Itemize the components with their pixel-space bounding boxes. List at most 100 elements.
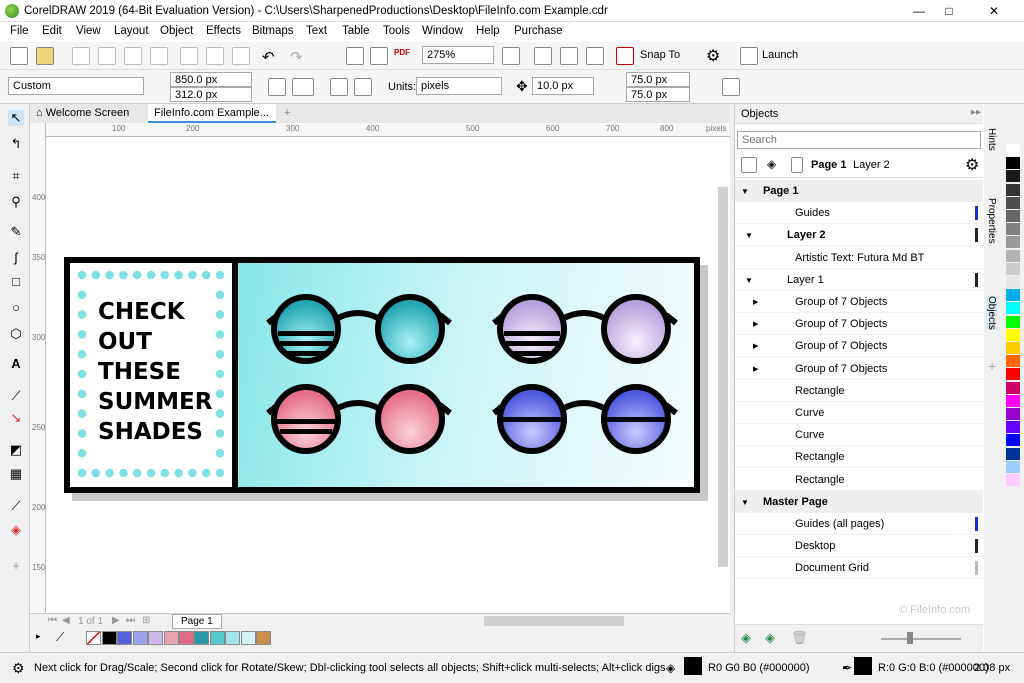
publish-pdf-icon[interactable]: PDF	[394, 48, 410, 57]
maximize-button[interactable]: □	[934, 0, 964, 22]
rectangle-tool-icon[interactable]: □	[8, 274, 24, 290]
menu-view[interactable]: View	[76, 25, 101, 37]
add-document-tab-button[interactable]: +	[278, 104, 296, 123]
snap-off-icon[interactable]	[616, 47, 634, 65]
landscape-icon[interactable]	[292, 78, 314, 96]
expand-arrow-icon[interactable]: ▼	[745, 276, 753, 285]
close-button[interactable]: ✕	[964, 0, 1024, 22]
options-gear-icon[interactable]: ⚙	[706, 46, 720, 66]
document-palette-swatch[interactable]	[225, 631, 241, 645]
cloud-download-icon[interactable]	[124, 47, 142, 65]
shape-tool-icon[interactable]: ↰	[8, 136, 24, 152]
all-pages-icon[interactable]	[330, 78, 348, 96]
object-tree-row[interactable]: Rectangle	[735, 446, 983, 469]
show-guidelines-icon[interactable]	[586, 47, 604, 65]
fill-color-swatch[interactable]	[684, 657, 702, 675]
show-grid-icon[interactable]	[560, 47, 578, 65]
palette-color-swatch[interactable]	[1006, 408, 1020, 420]
polygon-tool-icon[interactable]: ⬡	[8, 326, 24, 342]
palette-color-swatch[interactable]	[1006, 328, 1020, 341]
document-palette-swatch[interactable]	[102, 631, 117, 645]
artistic-media-tool-icon[interactable]: ʃ	[8, 250, 24, 266]
palette-color-swatch[interactable]	[1006, 434, 1020, 447]
headline-text[interactable]: CHECK OUT THESE SUMMER SHADES	[98, 297, 212, 447]
object-tree-row[interactable]: ▶ Group of 7 Objects	[735, 313, 983, 336]
page-icon[interactable]	[791, 157, 803, 173]
export-icon[interactable]	[370, 47, 388, 65]
document-palette-swatch[interactable]	[179, 631, 194, 645]
menu-bitmaps[interactable]: Bitmaps	[252, 25, 294, 37]
object-tree-row[interactable]: ▶ Group of 7 Objects	[735, 358, 983, 380]
portrait-icon[interactable]	[268, 78, 286, 96]
page-height-input[interactable]: 312.0 px	[170, 87, 252, 102]
menu-layout[interactable]: Layout	[114, 25, 149, 37]
palette-color-swatch[interactable]	[1006, 394, 1020, 407]
delete-icon[interactable]: 🗑	[791, 630, 808, 646]
expand-arrow-icon[interactable]: ▼	[745, 231, 753, 240]
object-tree-row[interactable]: Rectangle	[735, 380, 983, 402]
vertical-scrollbar[interactable]	[718, 187, 728, 567]
open-folder-icon[interactable]	[36, 47, 54, 65]
objects-search-input[interactable]: Search	[737, 131, 981, 149]
snap-to-dropdown[interactable]: Snap To	[640, 49, 680, 61]
menu-effects[interactable]: Effects	[206, 25, 241, 37]
palette-color-swatch[interactable]	[1006, 196, 1020, 209]
sunglasses-panel[interactable]	[238, 263, 694, 487]
object-tree-row[interactable]: ▼ Layer 2	[735, 224, 983, 247]
document-palette-swatch[interactable]	[209, 631, 225, 645]
document-palette-swatch[interactable]	[117, 631, 133, 645]
outline-color-swatch[interactable]	[854, 657, 872, 675]
previous-page-icon[interactable]: ◀	[62, 615, 70, 626]
freehand-tool-icon[interactable]: ✎	[8, 224, 24, 240]
palette-color-swatch[interactable]	[1006, 302, 1020, 315]
palette-color-swatch[interactable]	[1006, 262, 1020, 275]
print-icon[interactable]	[150, 47, 168, 65]
expand-arrow-icon[interactable]: ▼	[741, 187, 749, 196]
object-tree-row[interactable]: Guides	[735, 202, 983, 225]
units-select[interactable]: pixels	[416, 77, 502, 95]
eyedropper-icon[interactable]: ⟋	[56, 630, 64, 645]
document-palette-swatch[interactable]	[132, 631, 148, 645]
menu-purchase[interactable]: Purchase	[514, 25, 563, 37]
menu-object[interactable]: Object	[160, 25, 193, 37]
palette-color-swatch[interactable]	[1006, 381, 1020, 394]
palette-color-swatch[interactable]	[1006, 474, 1020, 486]
palette-color-swatch[interactable]	[1006, 210, 1020, 222]
object-tree-row[interactable]: Document Grid	[735, 557, 983, 580]
object-tree-row[interactable]: ▼ Page 1	[735, 180, 983, 202]
document-palette-swatch[interactable]	[148, 631, 164, 645]
drawing-canvas[interactable]: CHECK OUT THESE SUMMER SHADES	[46, 137, 730, 613]
undo-icon[interactable]: ↶	[262, 48, 275, 66]
palette-color-swatch[interactable]	[1006, 236, 1020, 249]
palette-color-swatch[interactable]	[1006, 223, 1020, 236]
object-tree-row[interactable]: Artistic Text: Futura Md BT	[735, 247, 983, 269]
save-icon[interactable]	[72, 47, 90, 65]
document-palette-swatch[interactable]	[194, 631, 210, 645]
menu-help[interactable]: Help	[476, 25, 500, 37]
text-panel[interactable]: CHECK OUT THESE SUMMER SHADES	[70, 263, 238, 487]
ellipse-tool-icon[interactable]: ○	[8, 300, 24, 316]
view-mode-icon[interactable]	[741, 157, 757, 173]
menu-edit[interactable]: Edit	[42, 25, 62, 37]
zoom-level-select[interactable]: 275%	[422, 46, 494, 64]
page-size-preset-select[interactable]: Custom	[8, 77, 144, 95]
palette-color-swatch[interactable]	[1006, 144, 1020, 156]
eyedropper-tool-icon[interactable]: ⟋	[8, 498, 24, 514]
palette-color-swatch[interactable]	[1006, 342, 1020, 354]
zoom-slider-handle[interactable]	[907, 632, 913, 644]
redo-icon[interactable]: ↷	[290, 48, 303, 66]
add-docker-icon[interactable]: +	[988, 358, 996, 374]
paste-icon[interactable]	[232, 47, 250, 65]
collapse-docker-icon[interactable]: ▸▸	[971, 107, 981, 118]
palette-color-swatch[interactable]	[1006, 315, 1020, 328]
import-icon[interactable]	[346, 47, 364, 65]
object-tree-row[interactable]: ▼ Master Page	[735, 490, 983, 513]
expand-arrow-icon[interactable]: ▶	[753, 320, 758, 328]
duplicate-x-input[interactable]: 75.0 px	[626, 72, 690, 87]
tab-welcome-screen[interactable]: ⌂ Welcome Screen	[30, 104, 148, 123]
object-tree-row[interactable]: Curve	[735, 402, 983, 424]
horizontal-scrollbar[interactable]	[484, 616, 624, 626]
connector-tool-icon[interactable]: ↘	[8, 410, 24, 426]
text-tool-icon[interactable]: A	[8, 356, 24, 372]
menu-file[interactable]: File	[10, 25, 29, 37]
